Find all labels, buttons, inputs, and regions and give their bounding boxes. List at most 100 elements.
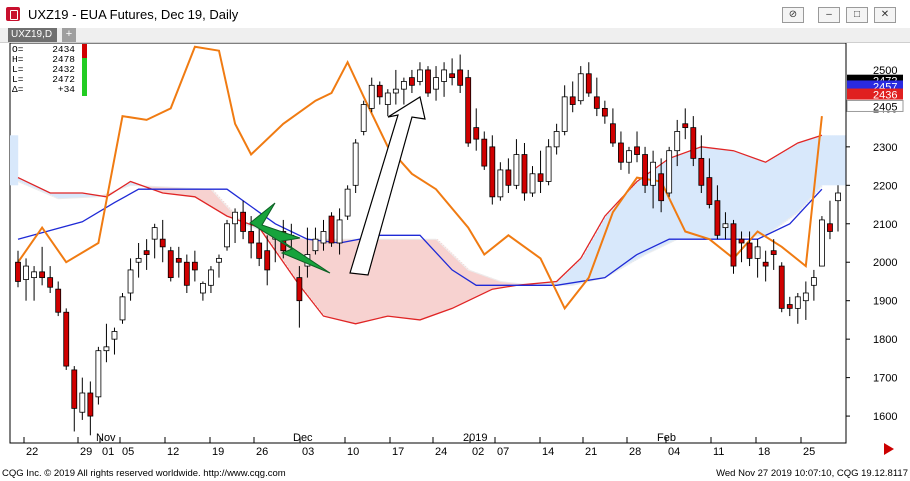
minimize-button[interactable]: –: [818, 7, 840, 23]
cloud-slice: [350, 239, 353, 323]
cloud-slice: [834, 135, 837, 186]
candle-body: [336, 219, 343, 244]
x-tick-label: 04: [668, 446, 680, 458]
candle-body: [23, 265, 29, 280]
candle-body: [208, 269, 214, 286]
candle-body: [240, 211, 246, 232]
candle-body: [127, 269, 134, 294]
cloud-slice: [408, 239, 411, 319]
candle-body: [819, 219, 825, 267]
candle-body: [55, 288, 62, 313]
candle-body: [63, 311, 70, 367]
cloud-slice: [604, 217, 607, 278]
candle-body: [730, 223, 737, 267]
candle-body: [400, 81, 407, 90]
add-tab-button[interactable]: +: [62, 28, 76, 42]
x-tick-label: 26: [256, 446, 268, 458]
y-tick-label: 2200: [873, 180, 897, 192]
candle-body: [31, 271, 37, 279]
cloud-slice: [438, 241, 441, 314]
cloud-slice: [756, 158, 759, 237]
cloud-slice: [470, 270, 473, 300]
candle-body: [135, 257, 142, 263]
cloud-slice: [60, 193, 63, 199]
candle-body: [457, 69, 464, 86]
cloud-slice: [328, 239, 331, 318]
cloud-slice: [208, 189, 211, 205]
close-button[interactable]: ✕: [874, 7, 896, 23]
candle-body: [352, 142, 359, 186]
cloud-slice: [320, 239, 323, 312]
month-label: 2019: [463, 432, 487, 444]
cloud-slice: [76, 193, 79, 198]
candle-body: [47, 277, 54, 288]
ohlc-green-bar: [82, 58, 87, 96]
cloud-slice: [344, 239, 347, 321]
cloud-slice: [792, 146, 795, 217]
candle-body: [585, 73, 592, 94]
cloud-slice: [774, 157, 777, 230]
tab-uxz19[interactable]: UXZ19,D: [8, 28, 57, 42]
candle-body: [497, 169, 504, 198]
x-tick-label: 21: [585, 446, 597, 458]
candle-body: [264, 250, 271, 271]
cloud-slice: [446, 248, 449, 311]
status-footer: CQG Inc. © 2019 All rights reserved worl…: [0, 466, 910, 481]
cloud-slice: [402, 239, 405, 318]
cloud-slice: [704, 147, 707, 240]
candle-body: [481, 138, 488, 167]
cloud-slice: [398, 239, 401, 318]
candle: [730, 219, 737, 274]
cloud-slice: [742, 153, 745, 238]
candle: [328, 212, 335, 247]
cloud-slice: [206, 188, 209, 204]
candle-body: [425, 69, 431, 94]
x-tick-label: 05: [122, 446, 134, 458]
cloud-slice: [580, 259, 583, 284]
price-tag-label: 2436: [873, 90, 897, 102]
cloud-slice: [712, 148, 715, 240]
cloud-slice: [66, 193, 69, 199]
cloud-slice: [436, 239, 439, 315]
cloud-slice: [452, 254, 455, 309]
candle-body: [111, 331, 118, 340]
scroll-right-icon[interactable]: [884, 443, 894, 455]
cloud-slice: [798, 142, 801, 213]
cloud-slice: [204, 188, 207, 203]
candle-body: [216, 257, 222, 263]
candle-body: [15, 261, 21, 282]
cloud-slice: [826, 135, 829, 186]
cloud-slice: [74, 193, 77, 199]
cloud-slice: [170, 187, 173, 194]
cloud-slice: [638, 180, 641, 259]
candle-body: [384, 92, 391, 105]
cloud-slice: [824, 135, 827, 186]
link-icon[interactable]: ⊘: [782, 7, 804, 23]
cloud-slice: [10, 135, 13, 186]
candle-body: [360, 104, 367, 132]
cloud-slice: [788, 148, 791, 220]
cloud-slice: [16, 135, 19, 186]
y-tick-label: 2000: [873, 257, 897, 269]
cloud-slice: [678, 155, 681, 240]
cloud-slice: [694, 149, 697, 240]
candle: [119, 293, 126, 324]
cloud-slice: [784, 151, 787, 223]
cloud-slice: [720, 149, 723, 239]
cloud-slice: [426, 239, 429, 318]
cloud-slice: [634, 184, 637, 261]
cloud-slice: [198, 188, 201, 199]
cloud-slice: [766, 162, 769, 236]
chart-area[interactable]: 1600170018001900200021002200230024002500…: [0, 42, 910, 459]
cloud-slice: [166, 187, 169, 194]
cloud-slice: [174, 187, 177, 195]
candle-body: [433, 77, 439, 90]
price-chart[interactable]: 1600170018001900200021002200230024002500…: [0, 42, 910, 459]
candle-body: [746, 242, 753, 259]
cloud-slice: [200, 188, 203, 200]
cloud-slice: [78, 193, 81, 198]
cloud-slice: [332, 239, 335, 319]
cloud-slice: [636, 182, 639, 260]
cloud-slice: [390, 239, 393, 317]
maximize-button[interactable]: □: [846, 7, 868, 23]
